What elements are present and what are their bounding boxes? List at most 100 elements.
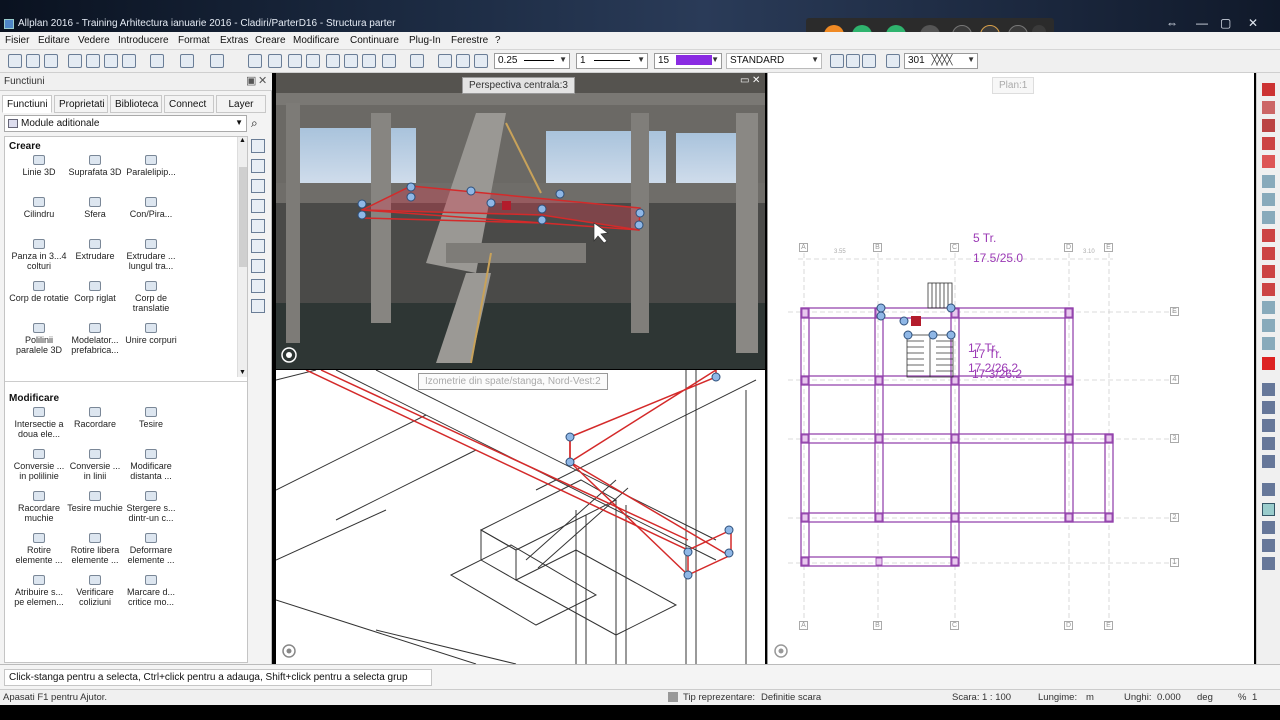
- menu-extras[interactable]: Extras: [220, 35, 248, 46]
- panel-close-icon[interactable]: ✕: [258, 74, 267, 87]
- create-tool-9[interactable]: Corp de rotatie: [9, 281, 69, 303]
- layer-icon[interactable]: [362, 54, 376, 68]
- palette-scrollbar[interactable]: ▲ ▼: [237, 137, 247, 377]
- copy-tool-icon[interactable]: [1262, 193, 1275, 206]
- plan-viewport[interactable]: Plan:1 5 Tr. 17.5/25.0 17 Tr. 17 Tr. 17.…: [767, 73, 1254, 664]
- create-tool-1[interactable]: Suprafata 3D: [65, 155, 125, 177]
- modify-icon[interactable]: [251, 279, 265, 293]
- create-tool-7[interactable]: Extrudare: [65, 239, 125, 261]
- menu-editare[interactable]: Editare: [38, 35, 70, 46]
- modify-tool-9[interactable]: Rotire elemente ...: [9, 533, 69, 565]
- scrollbar-thumb[interactable]: [239, 167, 247, 267]
- find-icon[interactable]: [410, 54, 424, 68]
- tab-connect[interactable]: Connect: [164, 95, 214, 113]
- offset-icon[interactable]: [1262, 301, 1275, 314]
- draw-icon[interactable]: [251, 259, 265, 273]
- delete-x-icon[interactable]: [1262, 357, 1275, 370]
- create-tool-6[interactable]: Panza in 3...4 colturi: [9, 239, 69, 271]
- menu-introducere[interactable]: Introducere: [118, 35, 169, 46]
- delete-tool-icon[interactable]: [306, 54, 320, 68]
- layer-manager-icon[interactable]: [251, 159, 265, 173]
- break-icon[interactable]: [1262, 337, 1275, 350]
- line-type-select[interactable]: 1 ▼: [576, 53, 648, 69]
- modify-tool-2[interactable]: Tesire: [121, 407, 181, 429]
- modify-tool-1[interactable]: Racordare: [65, 407, 125, 429]
- view-cube-icon[interactable]: [251, 139, 265, 153]
- length-unit[interactable]: m: [1086, 692, 1094, 703]
- menu-continuare[interactable]: Continuare: [350, 35, 399, 46]
- create-tool-0[interactable]: Linie 3D: [9, 155, 69, 177]
- modify-tool-0[interactable]: Intersectie a doua ele...: [9, 407, 69, 439]
- rotate-tool-icon[interactable]: [1262, 229, 1275, 242]
- text-tool-icon[interactable]: [1262, 155, 1275, 168]
- maximize-button[interactable]: ▢: [1220, 16, 1231, 30]
- scale-value[interactable]: 1 : 100: [982, 692, 1011, 703]
- menu-creare[interactable]: Creare: [255, 35, 286, 46]
- match-properties-icon[interactable]: [474, 54, 488, 68]
- isometric-viewport[interactable]: Izometrie din spate/stanga, Nord-Vest:2: [276, 370, 765, 664]
- filter-icon[interactable]: [1262, 419, 1275, 432]
- properties-icon[interactable]: [344, 54, 358, 68]
- layer-visibility-icon[interactable]: [846, 54, 860, 68]
- restore-arrows-icon[interactable]: ⇔: [1166, 16, 1178, 30]
- extend-icon[interactable]: [1262, 283, 1275, 296]
- angle-value[interactable]: 0.000: [1157, 692, 1181, 703]
- panel-pin-icon[interactable]: ▣: [246, 74, 256, 87]
- modify-tool-10[interactable]: Rotire libera elemente ...: [65, 533, 125, 565]
- select-icon[interactable]: [248, 54, 262, 68]
- cut-icon[interactable]: [268, 54, 282, 68]
- menu-plugin[interactable]: Plug-In: [409, 35, 441, 46]
- object-navigator-icon[interactable]: [251, 219, 265, 233]
- materials-icon[interactable]: [251, 239, 265, 253]
- tab-biblioteca[interactable]: Biblioteca: [110, 95, 162, 113]
- sum-icon[interactable]: [1262, 437, 1275, 450]
- modify-tool-4[interactable]: Conversie ... in linii: [65, 449, 125, 481]
- section-icon[interactable]: [251, 199, 265, 213]
- create-tool-11[interactable]: Corp de translatie: [121, 281, 181, 313]
- design-grid-icon[interactable]: [251, 179, 265, 193]
- modify-tool-14[interactable]: Marcare d... critice mo...: [121, 575, 181, 607]
- modify-tool-7[interactable]: Tesire muchie: [65, 491, 125, 513]
- pencil-red-icon[interactable]: [1262, 83, 1275, 96]
- filter-funnel-icon[interactable]: [1262, 539, 1275, 552]
- 3d-view-icon[interactable]: [382, 54, 396, 68]
- mirror-icon[interactable]: [1262, 211, 1275, 224]
- layer-settings-icon[interactable]: [830, 54, 844, 68]
- dimension-tool-icon[interactable]: [1262, 137, 1275, 150]
- tab-layer[interactable]: Layer: [216, 95, 266, 113]
- pen-thickness-select[interactable]: 0.25 ▼: [494, 53, 570, 69]
- viewport-close-icon[interactable]: ✕: [752, 75, 760, 86]
- pattern-icon[interactable]: [886, 54, 900, 68]
- snap-icon[interactable]: [1262, 401, 1275, 414]
- create-tool-4[interactable]: Sfera: [65, 197, 125, 219]
- undo-icon[interactable]: [180, 54, 194, 68]
- copy-icon[interactable]: [288, 54, 302, 68]
- window-icon[interactable]: [251, 299, 265, 313]
- measure-icon[interactable]: [1262, 383, 1275, 396]
- funnel-2-icon[interactable]: [1262, 557, 1275, 570]
- close-button[interactable]: ✕: [1248, 16, 1258, 30]
- selection-mode-icon[interactable]: [1262, 503, 1275, 516]
- funnel-icon[interactable]: [1262, 455, 1275, 468]
- tab-functiuni[interactable]: Functiuni: [2, 95, 52, 113]
- trim-icon[interactable]: [1262, 265, 1275, 278]
- export-icon[interactable]: [150, 54, 164, 68]
- open-project-icon[interactable]: [26, 54, 40, 68]
- menu-fisier[interactable]: Fisier: [5, 35, 29, 46]
- print-preview-icon[interactable]: [122, 54, 136, 68]
- format-paint-icon[interactable]: [456, 54, 470, 68]
- perspective-viewport[interactable]: Perspectiva centrala:3 ▭ ✕: [276, 73, 765, 369]
- create-tool-10[interactable]: Corp riglat: [65, 281, 125, 303]
- scroll-down-icon[interactable]: ▼: [239, 369, 246, 376]
- create-tool-8[interactable]: Extrudare ... lungul tra...: [121, 239, 181, 271]
- create-tool-14[interactable]: Unire corpuri: [121, 323, 181, 345]
- create-tool-3[interactable]: Cilindru: [9, 197, 69, 219]
- menu-help[interactable]: ?: [495, 35, 501, 46]
- modify-tool-11[interactable]: Deformare elemente ...: [121, 533, 181, 565]
- layer-lock-icon[interactable]: [862, 54, 876, 68]
- sigma-icon[interactable]: [1262, 521, 1275, 534]
- polyline-tool-icon[interactable]: [1262, 119, 1275, 132]
- modify-tool-6[interactable]: Racordare muchie: [9, 491, 69, 523]
- scroll-up-icon[interactable]: ▲: [239, 137, 246, 144]
- menu-modificare[interactable]: Modificare: [293, 35, 339, 46]
